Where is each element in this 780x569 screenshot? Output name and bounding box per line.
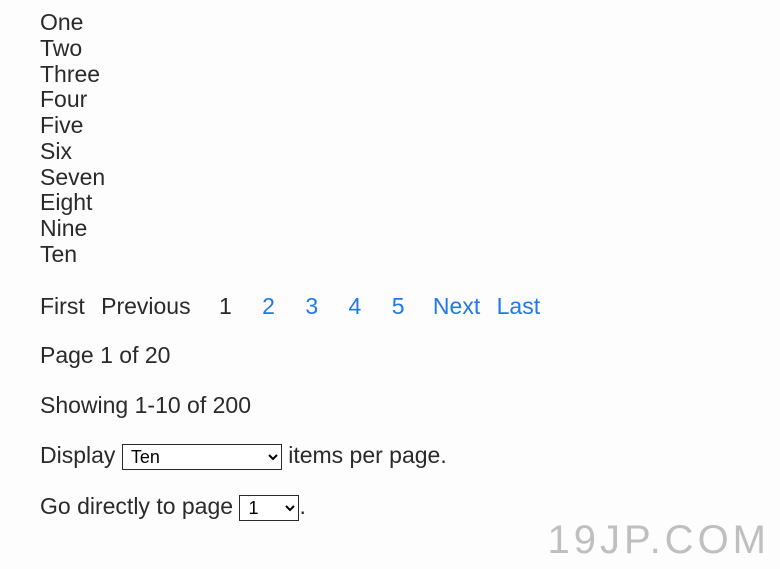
list-item: Five [40, 113, 740, 139]
item-status-total: 200 [213, 392, 251, 418]
page-number-2[interactable]: 2 [262, 294, 275, 320]
page-size-label-after: items per page. [282, 442, 447, 468]
pagination-bar: First Previous 1 2 3 4 5 Next Last [40, 294, 740, 320]
page-number-4[interactable]: 4 [349, 294, 362, 320]
page-size-control: Display Ten items per page. [40, 443, 740, 470]
page-number-3[interactable]: 3 [305, 294, 318, 320]
goto-page-control: Go directly to page 1 . [40, 494, 740, 521]
item-status: Showing 1-10 of 200 [40, 393, 740, 419]
page-status: Page 1 of 20 [40, 343, 740, 369]
page-status-current: 1 [100, 342, 113, 368]
page-number-1: 1 [219, 294, 232, 320]
list-item: Nine [40, 216, 740, 242]
list-item: Seven [40, 165, 740, 191]
list-item: Three [40, 62, 740, 88]
item-status-range: 1-10 [135, 392, 181, 418]
list-item: One [40, 10, 740, 36]
list-item: Six [40, 139, 740, 165]
previous-page-link: Previous [101, 294, 190, 320]
page-size-select[interactable]: Ten [122, 444, 282, 470]
next-page-link[interactable]: Next [433, 294, 480, 320]
goto-label-after: . [299, 493, 305, 519]
last-page-link[interactable]: Last [497, 294, 540, 320]
list-item: Two [40, 36, 740, 62]
item-status-prefix: Showing [40, 392, 135, 418]
item-list: One Two Three Four Five Six Seven Eight … [40, 10, 740, 268]
page-number-5[interactable]: 5 [392, 294, 405, 320]
page-status-total: 20 [145, 342, 171, 368]
list-item: Four [40, 87, 740, 113]
page-status-of: of [113, 342, 145, 368]
page-status-prefix: Page [40, 342, 100, 368]
goto-label-before: Go directly to page [40, 493, 239, 519]
first-page-link: First [40, 294, 85, 320]
list-item: Eight [40, 190, 740, 216]
list-item: Ten [40, 242, 740, 268]
goto-page-select[interactable]: 1 [239, 495, 299, 521]
item-status-of: of [181, 392, 213, 418]
page-size-label-before: Display [40, 442, 122, 468]
